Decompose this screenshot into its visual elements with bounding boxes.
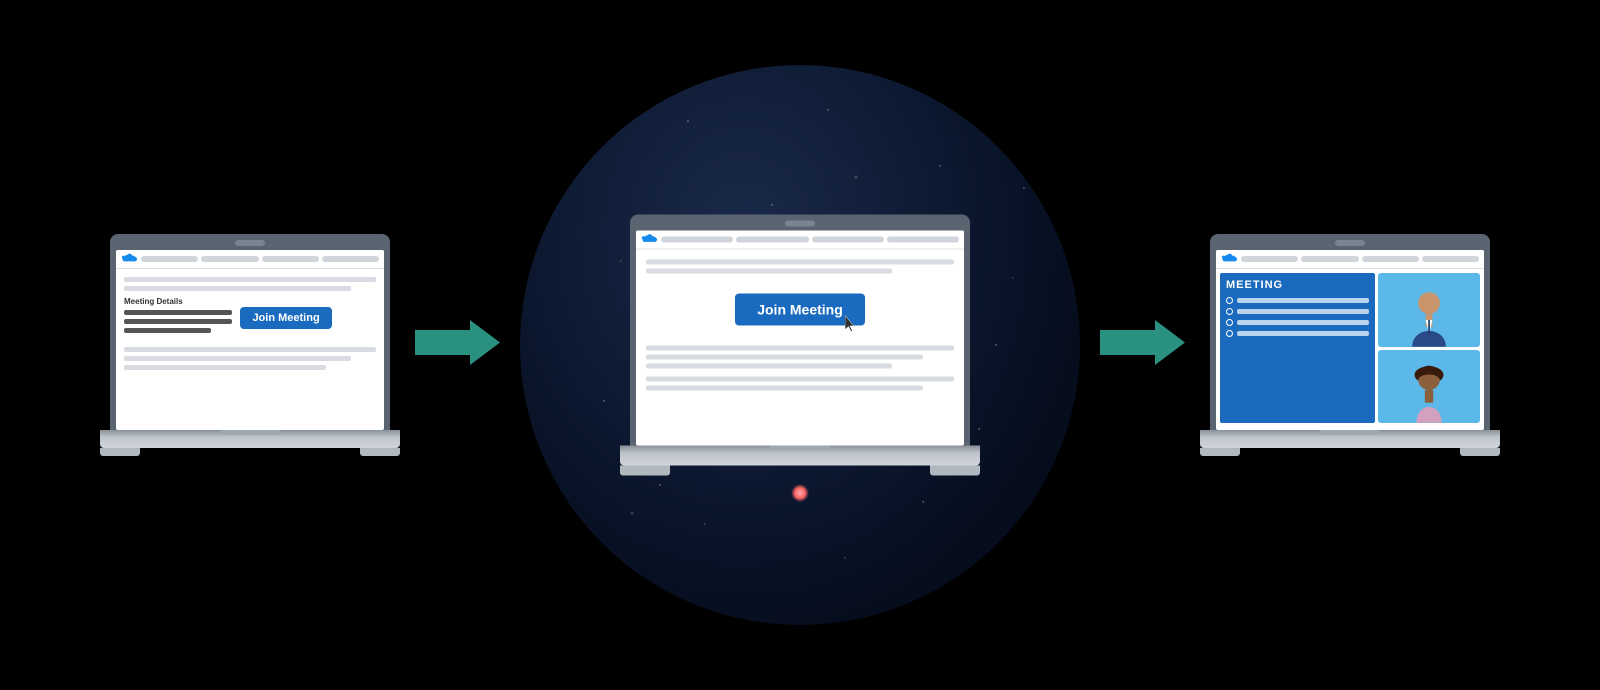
laptop-right-navbar <box>1241 256 1479 262</box>
laptop-center-notch <box>785 221 815 227</box>
laptop-center-base <box>620 446 980 466</box>
meeting-list-item-2 <box>1226 308 1369 315</box>
avatar-woman-icon <box>1378 364 1480 423</box>
salesforce-cloud-icon-right <box>1221 253 1237 265</box>
laptop-left-screen: Meeting Details Join Meeting <box>116 250 384 430</box>
laptop-center: Join Meeting <box>620 215 980 476</box>
meeting-list-item-3 <box>1226 319 1369 326</box>
laptop-center-navbar <box>661 237 959 243</box>
meeting-details-label: Meeting Details <box>124 297 232 306</box>
laptop-right-feet <box>1200 448 1500 456</box>
cursor-icon <box>845 316 859 334</box>
laptop-center-screen-wrapper: Join Meeting <box>630 215 970 446</box>
avatar-1 <box>1378 273 1480 347</box>
laptop-right-screen: MEETING <box>1216 250 1484 430</box>
scene: Meeting Details Join Meeting <box>0 0 1600 690</box>
salesforce-cloud-icon-center <box>641 234 657 246</box>
laptop-left-feet <box>100 448 400 456</box>
join-meeting-button-left[interactable]: Join Meeting <box>240 307 331 329</box>
laptop-center-screen: Join Meeting <box>636 231 964 446</box>
arrow-left <box>415 315 500 375</box>
laptop-right: MEETING <box>1200 234 1500 456</box>
salesforce-cloud-icon-left <box>121 253 137 265</box>
meeting-list-item-4 <box>1226 330 1369 337</box>
arrow-right <box>1100 315 1185 375</box>
laptop-left: Meeting Details Join Meeting <box>100 234 400 456</box>
meeting-panel-title: MEETING <box>1226 279 1369 291</box>
laptop-left-base <box>100 430 400 448</box>
avatar-2 <box>1378 350 1480 424</box>
laptop-center-feet <box>620 466 980 476</box>
laptop-left-screen-wrapper: Meeting Details Join Meeting <box>110 234 390 430</box>
laptop-left-navbar <box>141 256 379 262</box>
meeting-list-item-1 <box>1226 297 1369 304</box>
avatar-man-icon <box>1378 288 1480 347</box>
laptop-left-notch <box>235 240 265 246</box>
laptop-right-topbar <box>1216 250 1484 269</box>
laptop-right-screen-wrapper: MEETING <box>1210 234 1490 430</box>
laptop-right-notch <box>1335 240 1365 246</box>
laptop-right-base <box>1200 430 1500 448</box>
laptop-left-topbar <box>116 250 384 269</box>
laptop-center-topbar <box>636 231 964 250</box>
